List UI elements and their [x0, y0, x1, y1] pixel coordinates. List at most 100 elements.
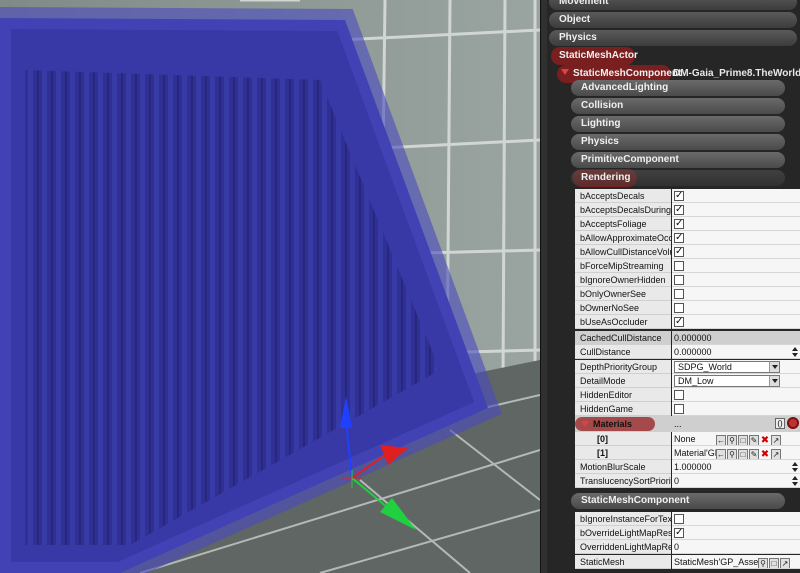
- prop-name: bUseAsOccluder: [575, 315, 671, 329]
- use-selected-icon[interactable]: ←: [716, 449, 726, 459]
- edit-icon[interactable]: ✎: [749, 435, 759, 445]
- material-row: [1] Material'GP_ ← ⚲ □ ✎ ✖ ↗: [575, 446, 800, 460]
- detail-mode-select[interactable]: DM_Low: [674, 375, 780, 387]
- find-icon[interactable]: ⚲: [727, 449, 737, 459]
- prop-row: OverriddenLightMapResolution0: [575, 540, 800, 554]
- material-tools: ← ⚲ □ ✎ ✖ ↗: [716, 433, 782, 445]
- browse-icon[interactable]: □: [738, 449, 748, 459]
- prop-row: bOwnerNoSee: [575, 301, 800, 315]
- category-staticmeshactor[interactable]: StaticMeshActor: [549, 48, 797, 64]
- cull-distance-row: CullDistance 0.000000: [575, 345, 800, 359]
- editor-window: Movement Object Physics StaticMeshActor …: [0, 0, 800, 573]
- material-index: [1]: [575, 446, 671, 460]
- prop-row: bIgnoreOwnerHidden: [575, 273, 800, 287]
- use-selected-icon[interactable]: ←: [716, 435, 726, 445]
- depth-priority-select[interactable]: SDPG_World: [674, 361, 780, 373]
- browse-icon[interactable]: □: [769, 558, 779, 568]
- static-mesh-tools: ⚲ □ ↗: [758, 556, 791, 568]
- select-value: DM_Low: [678, 376, 714, 386]
- prop-checkbox[interactable]: [674, 245, 684, 258]
- category-movement[interactable]: Movement: [549, 0, 797, 10]
- cull-distance-field[interactable]: 0.000000: [674, 347, 712, 357]
- motion-blur-field[interactable]: 1.000000: [674, 462, 712, 472]
- hidden-game-row: HiddenGame: [575, 402, 800, 416]
- expand-arrow-icon[interactable]: [561, 69, 569, 76]
- expand-arrow-icon[interactable]: [581, 420, 589, 427]
- prop-row: bAcceptsFoliage: [575, 217, 800, 231]
- motion-blur-row: MotionBlurScale 1.000000: [575, 460, 800, 474]
- prop-row: bAcceptsDecals: [575, 189, 800, 203]
- prop-checkbox[interactable]: [674, 526, 684, 539]
- material-index: [0]: [575, 432, 671, 446]
- viewport-scene: [0, 0, 540, 573]
- prop-checkbox[interactable]: [674, 404, 684, 414]
- subcategory-physics[interactable]: Physics: [571, 134, 785, 150]
- prop-name: HiddenEditor: [575, 388, 671, 402]
- subcategory-collision[interactable]: Collision: [571, 98, 785, 114]
- prop-name: CullDistance: [575, 345, 671, 359]
- prop-name: MotionBlurScale: [575, 460, 671, 474]
- prop-name: bOwnerNoSee: [575, 301, 671, 315]
- material-tools: ← ⚲ □ ✎ ✖ ↗: [716, 447, 782, 459]
- prop-name: TranslucencySortPriority: [575, 474, 671, 488]
- panel-scrollbar[interactable]: [541, 0, 547, 573]
- material-row: [0] None ← ⚲ □ ✎ ✖ ↗: [575, 432, 800, 446]
- prop-row: bAcceptsDecalsDuringGameplay: [575, 203, 800, 217]
- spinner-icon[interactable]: [791, 474, 799, 487]
- subcategory-primitive-component[interactable]: PrimitiveComponent: [571, 152, 785, 168]
- prop-checkbox[interactable]: [674, 390, 684, 400]
- cached-cull-distance-row: CachedCullDistance 0.000000: [575, 331, 800, 345]
- prop-checkbox[interactable]: [674, 514, 684, 524]
- clear-icon[interactable]: ✖: [760, 450, 770, 460]
- prop-checkbox[interactable]: [674, 217, 684, 230]
- prop-checkbox[interactable]: [674, 203, 684, 216]
- prop-value[interactable]: 0: [672, 540, 800, 554]
- category-physics[interactable]: Physics: [549, 30, 797, 46]
- brackets-icon[interactable]: (): [775, 418, 785, 429]
- prop-checkbox[interactable]: [674, 303, 684, 313]
- category-object[interactable]: Object: [549, 12, 797, 28]
- prop-row: bForceMipStreaming: [575, 259, 800, 273]
- materials-label: Materials: [593, 419, 633, 429]
- 3d-viewport[interactable]: [0, 0, 540, 573]
- find-icon[interactable]: ⚲: [727, 435, 737, 445]
- find-icon[interactable]: ⚲: [758, 558, 768, 568]
- prop-checkbox[interactable]: [674, 289, 684, 299]
- prop-checkbox[interactable]: [674, 189, 684, 202]
- detail-mode-row: DetailMode DM_Low: [575, 374, 800, 388]
- prop-row: StaticMesh StaticMesh'GP_Assets ⚲ □ ↗: [575, 555, 800, 569]
- prop-checkbox[interactable]: [674, 231, 684, 244]
- materials-value: ...: [674, 419, 682, 429]
- subcategory-lighting[interactable]: Lighting: [571, 116, 785, 132]
- prop-row: bAllowCullDistanceVolume: [575, 245, 800, 259]
- chevron-down-icon[interactable]: [769, 376, 779, 386]
- prop-row: bIgnoreInstanceForTextureStreaming: [575, 512, 800, 526]
- prop-name: DepthPriorityGroup: [575, 360, 671, 374]
- prop-row: bAllowApproximateOcclusion: [575, 231, 800, 245]
- spinner-icon[interactable]: [791, 460, 799, 473]
- browse-icon[interactable]: □: [738, 435, 748, 445]
- gear-icon[interactable]: [787, 417, 799, 429]
- prop-checkbox[interactable]: [674, 275, 684, 285]
- arrow-icon[interactable]: ↗: [771, 435, 781, 445]
- subcategory-advanced-lighting[interactable]: AdvancedLighting: [571, 80, 785, 96]
- subcategory-rendering[interactable]: Rendering: [571, 170, 785, 186]
- translucency-field[interactable]: 0: [674, 476, 679, 486]
- materials-header[interactable]: Materials ... (): [575, 416, 800, 432]
- prop-checkbox[interactable]: [674, 261, 684, 271]
- prop-name: DetailMode: [575, 374, 671, 388]
- prop-name: bAcceptsDecals: [575, 189, 671, 203]
- arrow-icon[interactable]: ↗: [780, 558, 790, 568]
- translucency-row: TranslucencySortPriority 0: [575, 474, 800, 488]
- select-value: SDPG_World: [678, 362, 732, 372]
- prop-name: bIgnoreInstanceForTextureStreaming: [575, 512, 671, 526]
- prop-name: bOnlyOwnerSee: [575, 287, 671, 301]
- chevron-down-icon[interactable]: [769, 362, 779, 372]
- arrow-icon[interactable]: ↗: [771, 449, 781, 459]
- hidden-editor-row: HiddenEditor: [575, 388, 800, 402]
- edit-icon[interactable]: ✎: [749, 449, 759, 459]
- subcategory-static-mesh-component[interactable]: StaticMeshComponent: [571, 493, 785, 509]
- prop-checkbox[interactable]: [674, 315, 684, 328]
- clear-icon[interactable]: ✖: [760, 436, 770, 446]
- spinner-icon[interactable]: [791, 345, 799, 358]
